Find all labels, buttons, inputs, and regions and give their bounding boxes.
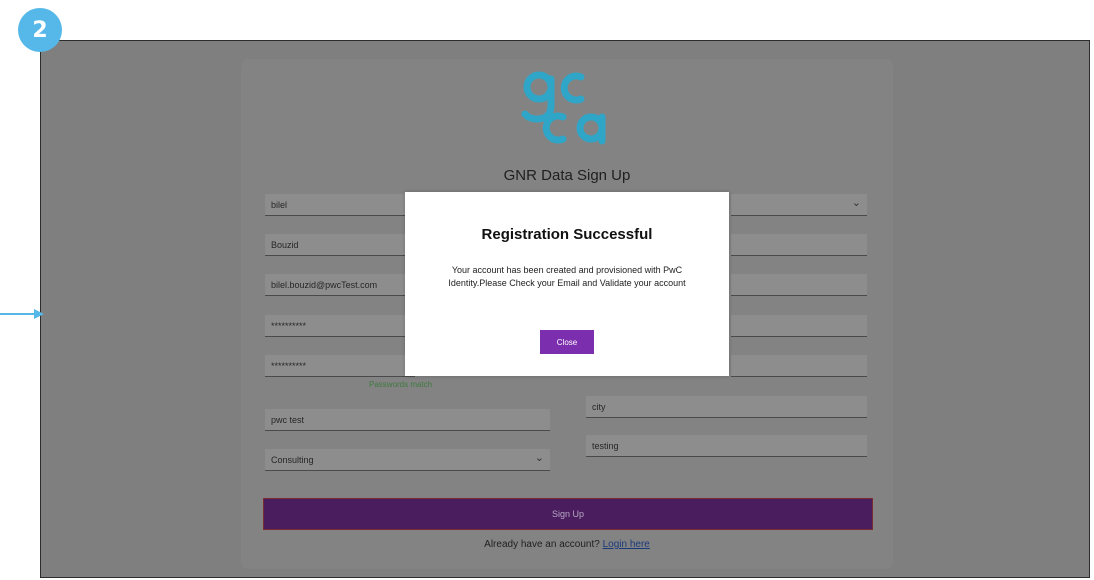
right-select-1[interactable] <box>731 194 867 216</box>
right-input-5[interactable] <box>731 355 867 377</box>
right-input-7[interactable]: testing <box>586 435 867 457</box>
first-name-input[interactable]: bilel <box>265 194 415 216</box>
login-link[interactable]: Login here <box>603 539 650 550</box>
step-number-badge: 2 <box>18 8 62 52</box>
confirm-password-input[interactable]: ********** <box>265 355 415 377</box>
page-title: GNR Data Sign Up <box>503 167 631 184</box>
modal-title: Registration Successful <box>481 226 653 243</box>
right-input-4[interactable] <box>731 315 867 337</box>
login-prompt: Already have an account? Login here <box>241 539 893 550</box>
password-match-text: Passwords match <box>369 380 433 389</box>
gcca-logo <box>521 71 606 145</box>
password-input[interactable]: ********** <box>265 315 415 337</box>
close-button[interactable]: Close <box>540 330 594 354</box>
modal-message: Your account has been created and provis… <box>448 265 686 288</box>
industry-select[interactable]: Consulting <box>265 449 550 471</box>
last-name-input[interactable]: Bouzid <box>265 234 415 256</box>
pointer-arrow-icon <box>0 309 44 319</box>
login-prompt-text: Already have an account? <box>484 539 600 550</box>
right-input-2[interactable] <box>731 234 867 256</box>
city-input[interactable]: city <box>586 396 867 418</box>
sign-up-button[interactable]: Sign Up <box>263 498 873 530</box>
email-input[interactable]: bilel.bouzid@pwcTest.com <box>265 274 415 296</box>
company-input[interactable]: pwc test <box>265 409 550 431</box>
right-input-3[interactable] <box>731 274 867 296</box>
registration-success-modal: Registration Successful Your account has… <box>405 192 729 376</box>
